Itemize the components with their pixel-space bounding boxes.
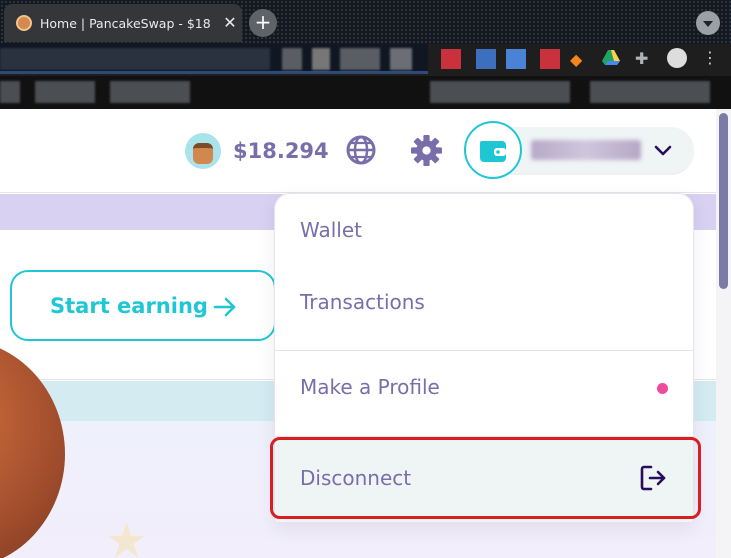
menu-item-label: Transactions: [300, 290, 425, 314]
pancakeswap-favicon-icon: [16, 15, 32, 31]
chevron-down-icon: [654, 145, 672, 156]
address-blur: [312, 48, 330, 70]
avatar[interactable]: [667, 48, 687, 68]
menu-item-label: Wallet: [300, 218, 363, 242]
address-bar[interactable]: [0, 44, 428, 74]
star-decoration-icon: ★: [105, 513, 149, 558]
start-earning-label: Start earning: [50, 294, 208, 318]
bookmark-blur[interactable]: [0, 81, 20, 103]
bookmark-blur[interactable]: [590, 81, 710, 103]
drive-icon[interactable]: [602, 48, 620, 66]
notification-dot: [657, 383, 668, 394]
menu-dots-icon[interactable]: ⋮: [702, 48, 718, 67]
menu-item-make-profile[interactable]: Make a Profile: [275, 351, 693, 423]
extension-icon[interactable]: [441, 49, 461, 69]
menu-item-transactions[interactable]: Transactions: [275, 266, 693, 338]
tab-search-button[interactable]: [696, 11, 720, 35]
cake-price[interactable]: $18.294: [233, 137, 329, 165]
tab-strip: Home | PancakeSwap - $18.29 ✕ +: [0, 0, 731, 44]
account-address-blur: [531, 140, 641, 160]
start-earning-button[interactable]: Start earning: [10, 270, 276, 341]
extension-icon[interactable]: [476, 49, 496, 69]
address-blur: [282, 48, 302, 70]
menu-item-wallet[interactable]: Wallet: [275, 194, 693, 266]
menu-item-label: Make a Profile: [300, 375, 440, 399]
puzzle-icon[interactable]: ✚: [635, 49, 648, 68]
bookmark-blur[interactable]: [35, 81, 95, 103]
new-tab-button[interactable]: +: [249, 9, 277, 37]
arrow-right-icon: [213, 297, 236, 317]
cake-icon: [185, 133, 221, 169]
wallet-avatar-button[interactable]: [464, 121, 522, 179]
globe-icon[interactable]: [345, 134, 377, 166]
bookmark-blur[interactable]: [110, 81, 190, 103]
scrollbar-thumb[interactable]: [719, 113, 728, 289]
highlight-box: [270, 437, 701, 519]
address-blur: [390, 48, 412, 70]
extension-icon[interactable]: [540, 49, 560, 69]
wallet-icon: [480, 141, 506, 162]
browser-tab[interactable]: Home | PancakeSwap - $18.29 ✕: [4, 4, 242, 42]
tab-close-icon[interactable]: ✕: [220, 13, 240, 33]
browser-toolbar: ◆ ✚ ⋮: [0, 44, 731, 76]
bookmarks-bar: [0, 76, 731, 109]
top-nav: $18.294: [0, 109, 716, 193]
bookmark-blur[interactable]: [430, 81, 570, 103]
tab-title: Home | PancakeSwap - $18.29: [40, 16, 212, 31]
address-blur: [0, 48, 270, 70]
gear-icon[interactable]: [410, 134, 443, 167]
browser-chrome: Home | PancakeSwap - $18.29 ✕ + ◆ ✚ ⋮: [0, 0, 731, 109]
address-blur: [340, 48, 380, 70]
metamask-fox-icon[interactable]: ◆: [570, 50, 582, 69]
extension-icon[interactable]: [506, 49, 526, 69]
